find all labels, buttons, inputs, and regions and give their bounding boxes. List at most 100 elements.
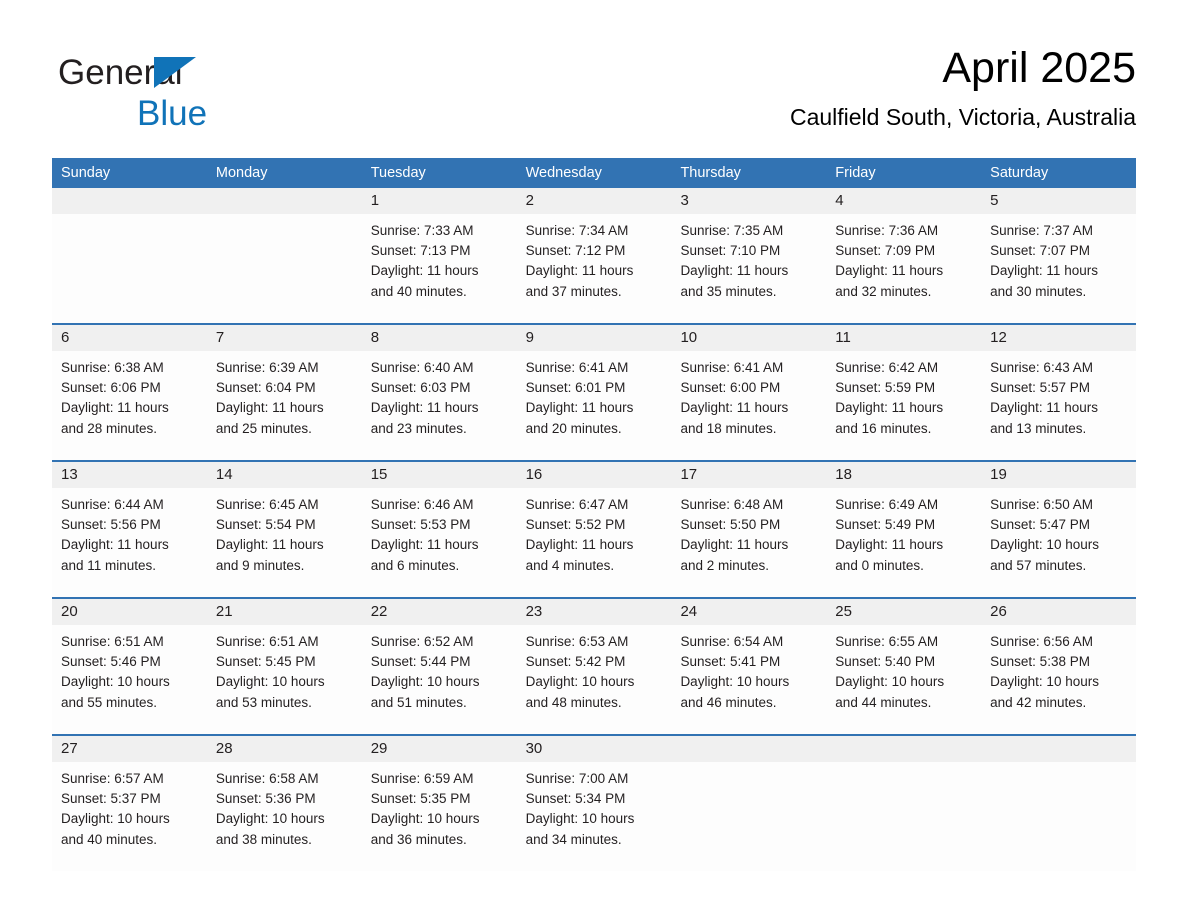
- page-title: April 2025: [942, 44, 1136, 92]
- sunset-text: Sunset: 5:34 PM: [525, 791, 626, 807]
- day-cell[interactable]: Sunrise: 7:36 AM Sunset: 7:09 PM Daylight:…: [826, 214, 981, 323]
- day-number[interactable]: 10: [671, 325, 826, 351]
- day-cell[interactable]: Sunrise: 6:55 AM Sunset: 5:40 PM Daylight:…: [826, 625, 981, 734]
- day-cell[interactable]: Sunrise: 6:38 AM Sunset: 6:06 PM Daylight:…: [52, 351, 207, 460]
- day-number[interactable]: 19: [981, 462, 1136, 488]
- day-cell[interactable]: Sunrise: 6:51 AM Sunset: 5:45 PM Daylight:…: [207, 625, 362, 734]
- day-number[interactable]: 15: [362, 462, 517, 488]
- sunrise-text: Sunrise: 6:42 AM: [835, 360, 939, 375]
- day-cell[interactable]: Sunrise: 7:34 AM Sunset: 7:12 PM Daylight:…: [517, 214, 672, 323]
- sunset-text: Sunset: 5:47 PM: [990, 517, 1090, 533]
- day-cell[interactable]: Sunrise: 7:33 AM Sunset: 7:13 PM Daylight:…: [362, 214, 517, 323]
- daylight-text-cont: and 42 minutes.: [990, 694, 1087, 710]
- day-number-empty: [207, 188, 362, 214]
- day-number[interactable]: 16: [517, 462, 672, 488]
- day-number[interactable]: 29: [362, 736, 517, 762]
- daylight-text-cont: and 57 minutes.: [990, 557, 1087, 573]
- day-number[interactable]: 7: [207, 325, 362, 351]
- sunset-text: Sunset: 5:42 PM: [525, 654, 626, 670]
- day-cell[interactable]: Sunrise: 6:44 AM Sunset: 5:56 PM Daylight:…: [52, 488, 207, 597]
- daylight-text: Daylight: 10 hours: [61, 811, 170, 827]
- day-number[interactable]: 24: [671, 599, 826, 625]
- day-cell[interactable]: Sunrise: 6:39 AM Sunset: 6:04 PM Daylight:…: [207, 351, 362, 460]
- day-number[interactable]: 5: [981, 188, 1136, 214]
- day-cell[interactable]: Sunrise: 6:52 AM Sunset: 5:44 PM Daylight:…: [362, 625, 517, 734]
- day-number[interactable]: 12: [981, 325, 1136, 351]
- week-detail-band: Sunrise: 6:44 AM Sunset: 5:56 PM Daylight:…: [52, 488, 1136, 597]
- day-cell[interactable]: Sunrise: 6:45 AM Sunset: 5:54 PM Daylight:…: [207, 488, 362, 597]
- sunrise-text: Sunrise: 6:41 AM: [680, 360, 784, 375]
- day-number[interactable]: 25: [826, 599, 981, 625]
- week-date-band: 20 21 22 23 24 25 26: [52, 599, 1136, 625]
- daylight-text-cont: and 35 minutes.: [680, 283, 777, 299]
- day-cell[interactable]: Sunrise: 6:43 AM Sunset: 5:57 PM Daylight:…: [981, 351, 1136, 460]
- day-number[interactable]: 3: [671, 188, 826, 214]
- daylight-text: Daylight: 11 hours: [215, 537, 324, 553]
- day-cell[interactable]: Sunrise: 6:42 AM Sunset: 5:59 PM Daylight:…: [826, 351, 981, 460]
- day-cell-empty: [826, 762, 981, 871]
- day-cell[interactable]: Sunrise: 6:41 AM Sunset: 6:01 PM Daylight:…: [517, 351, 672, 460]
- sunrise-text: Sunrise: 6:41 AM: [525, 360, 629, 375]
- day-number[interactable]: 1: [362, 188, 517, 214]
- day-number[interactable]: 18: [826, 462, 981, 488]
- day-number[interactable]: 9: [517, 325, 672, 351]
- day-cell[interactable]: Sunrise: 6:56 AM Sunset: 5:38 PM Daylight:…: [981, 625, 1136, 734]
- day-cell[interactable]: Sunrise: 6:40 AM Sunset: 6:03 PM Daylight:…: [362, 351, 517, 460]
- day-number[interactable]: 11: [826, 325, 981, 351]
- calendar-week-row: 27 28 29 30 Sunrise: 6:57 AM Sunset: 5:37 PM D…: [52, 734, 1136, 871]
- day-cell[interactable]: Sunrise: 7:37 AM Sunset: 7:07 PM Daylight:…: [981, 214, 1136, 323]
- day-cell[interactable]: Sunrise: 6:59 AM Sunset: 5:35 PM Daylight:…: [362, 762, 517, 871]
- day-number[interactable]: 28: [207, 736, 362, 762]
- day-number[interactable]: 23: [517, 599, 672, 625]
- day-cell[interactable]: Sunrise: 6:41 AM Sunset: 6:00 PM Daylight:…: [671, 351, 826, 460]
- day-number[interactable]: 4: [826, 188, 981, 214]
- day-number[interactable]: 2: [517, 188, 672, 214]
- day-number[interactable]: 17: [671, 462, 826, 488]
- day-number[interactable]: 22: [362, 599, 517, 625]
- daylight-text-cont: and 23 minutes.: [370, 420, 467, 436]
- logo-triangle-icon: [154, 57, 196, 88]
- sunset-text: Sunset: 5:46 PM: [61, 654, 161, 670]
- day-number[interactable]: 6: [52, 325, 207, 351]
- day-number[interactable]: 13: [52, 462, 207, 488]
- sunrise-text: Sunrise: 6:55 AM: [835, 634, 939, 649]
- week-detail-band: Sunrise: 6:51 AM Sunset: 5:46 PM Daylight:…: [52, 625, 1136, 734]
- day-cell[interactable]: Sunrise: 6:47 AM Sunset: 5:52 PM Daylight:…: [517, 488, 672, 597]
- day-number[interactable]: 27: [52, 736, 207, 762]
- daylight-text: Daylight: 11 hours: [680, 400, 789, 416]
- daylight-text: Daylight: 11 hours: [990, 400, 1098, 416]
- day-cell[interactable]: Sunrise: 6:54 AM Sunset: 5:41 PM Daylight:…: [671, 625, 826, 734]
- sunset-text: Sunset: 5:38 PM: [990, 654, 1090, 670]
- day-number[interactable]: 20: [52, 599, 207, 625]
- general-blue-logo[interactable]: General Blue: [58, 52, 358, 136]
- day-number-empty: [52, 188, 207, 214]
- sunset-text: Sunset: 5:49 PM: [835, 517, 936, 533]
- day-cell[interactable]: Sunrise: 6:57 AM Sunset: 5:37 PM Daylight:…: [52, 762, 207, 871]
- day-cell[interactable]: Sunrise: 6:51 AM Sunset: 5:46 PM Daylight:…: [52, 625, 207, 734]
- day-number[interactable]: 14: [207, 462, 362, 488]
- sunset-text: Sunset: 7:12 PM: [525, 243, 626, 259]
- sunset-text: Sunset: 6:04 PM: [215, 380, 316, 396]
- day-number[interactable]: 21: [207, 599, 362, 625]
- day-cell[interactable]: Sunrise: 6:48 AM Sunset: 5:50 PM Daylight:…: [671, 488, 826, 597]
- sunrise-text: Sunrise: 7:36 AM: [835, 223, 939, 238]
- day-number[interactable]: 8: [362, 325, 517, 351]
- daylight-text: Daylight: 11 hours: [61, 537, 169, 553]
- day-cell[interactable]: Sunrise: 6:53 AM Sunset: 5:42 PM Daylight:…: [517, 625, 672, 734]
- daylight-text: Daylight: 11 hours: [525, 537, 634, 553]
- day-cell[interactable]: Sunrise: 6:58 AM Sunset: 5:36 PM Daylight:…: [207, 762, 362, 871]
- week-date-band: 27 28 29 30: [52, 736, 1136, 762]
- day-cell[interactable]: Sunrise: 6:49 AM Sunset: 5:49 PM Daylight:…: [826, 488, 981, 597]
- sunset-text: Sunset: 5:59 PM: [835, 380, 936, 396]
- daylight-text-cont: and 40 minutes.: [61, 831, 158, 847]
- day-cell[interactable]: Sunrise: 7:35 AM Sunset: 7:10 PM Daylight:…: [671, 214, 826, 323]
- day-number[interactable]: 30: [517, 736, 672, 762]
- day-number[interactable]: 26: [981, 599, 1136, 625]
- day-cell-empty: [207, 214, 362, 323]
- day-cell[interactable]: Sunrise: 6:50 AM Sunset: 5:47 PM Daylight:…: [981, 488, 1136, 597]
- day-cell[interactable]: Sunrise: 7:00 AM Sunset: 5:34 PM Daylight:…: [517, 762, 672, 871]
- weekday-header-row: Sunday Monday Tuesday Wednesday Thursday Frid…: [52, 158, 1136, 188]
- day-cell[interactable]: Sunrise: 6:46 AM Sunset: 5:53 PM Daylight:…: [362, 488, 517, 597]
- calendar-week-row: 1 2 3 4 5 Sunrise: 7:33 AM Sunset: 7:13 PM Dayl…: [52, 188, 1136, 323]
- sunset-text: Sunset: 5:56 PM: [61, 517, 161, 533]
